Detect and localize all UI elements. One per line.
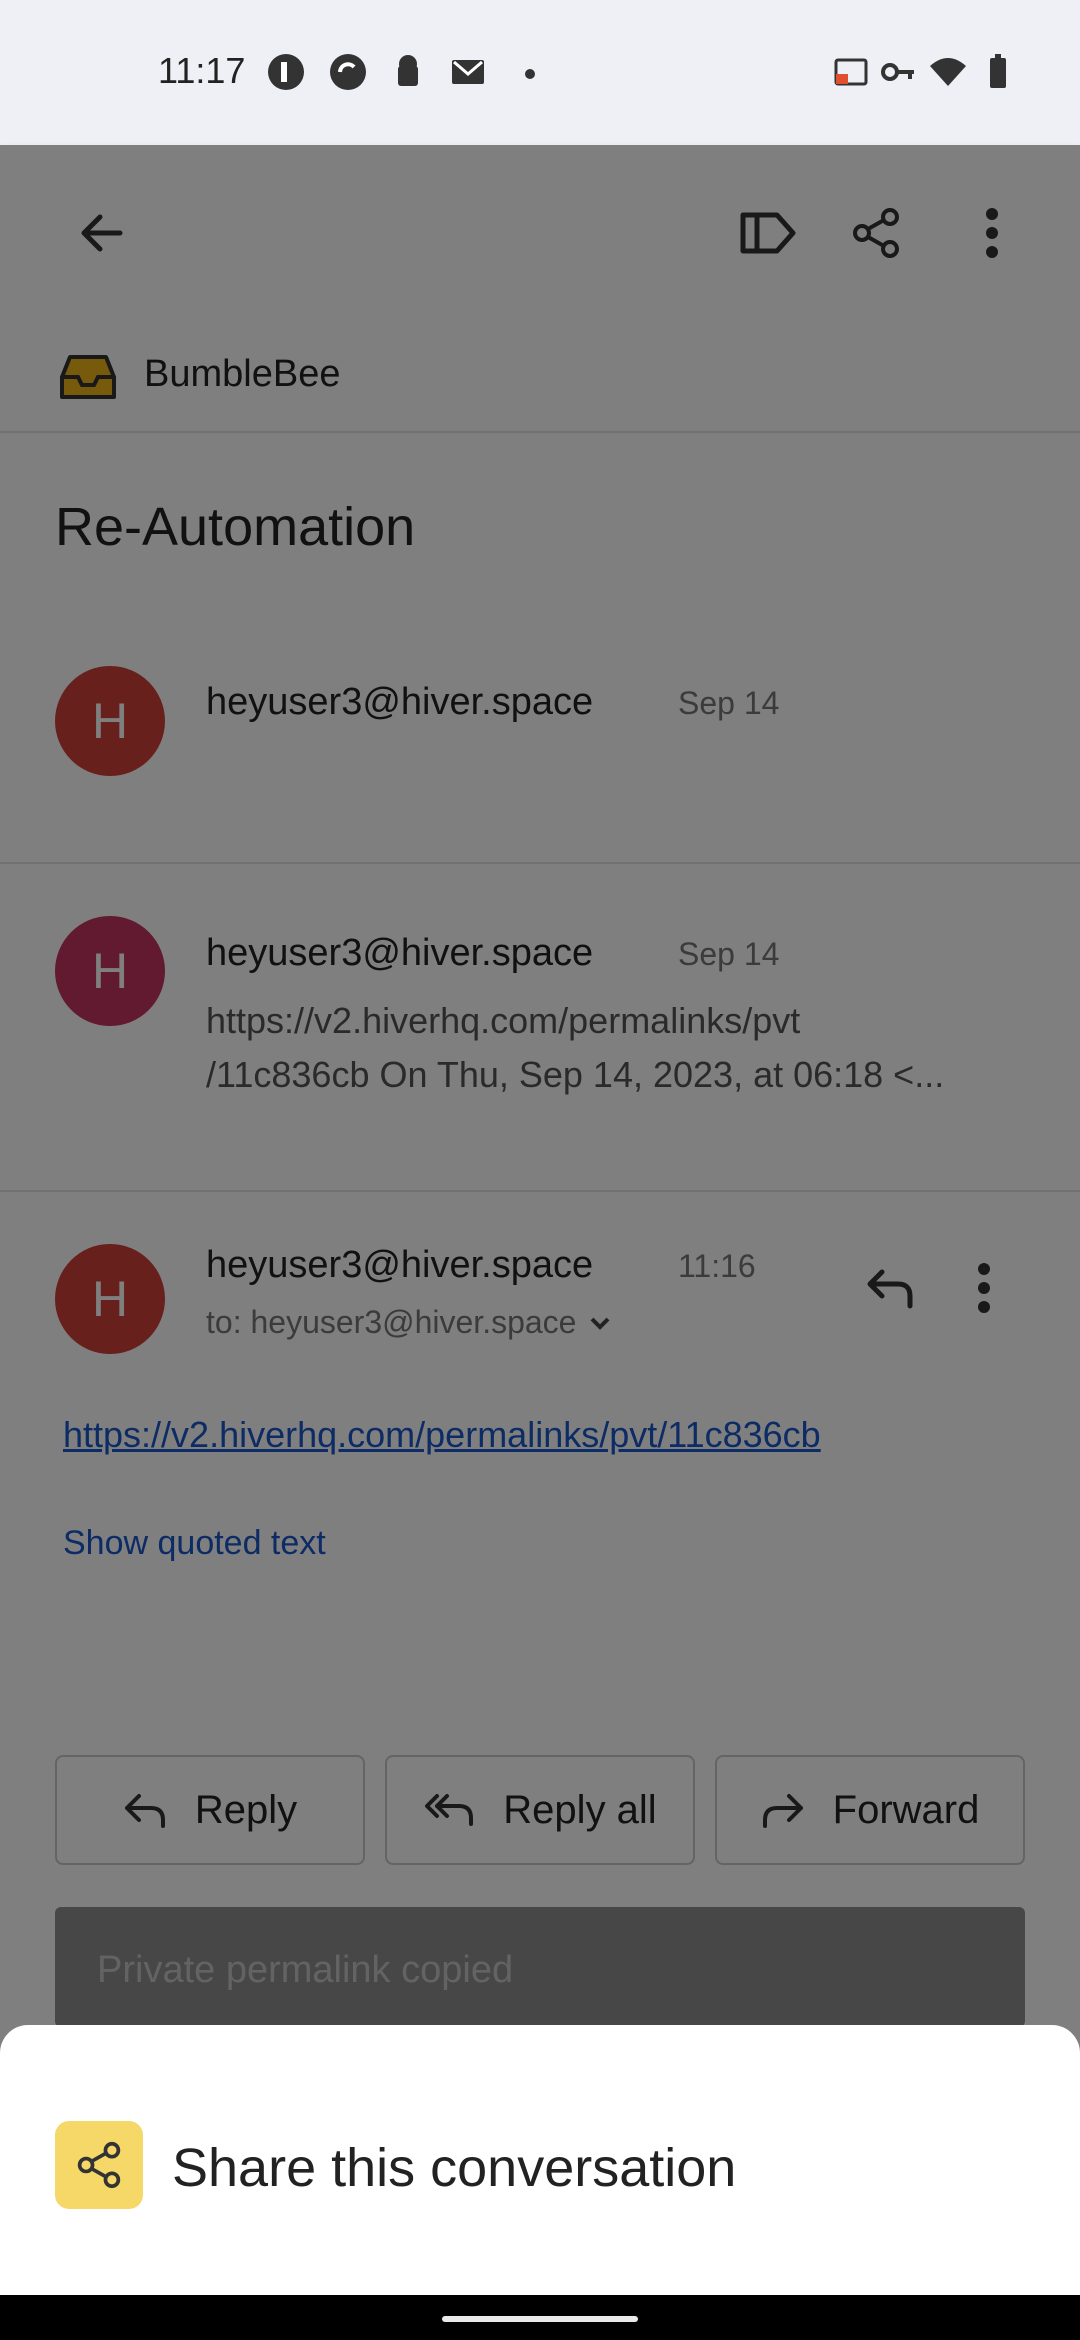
share-badge <box>55 2121 143 2209</box>
navigation-bar <box>0 2295 1080 2340</box>
cast-icon <box>834 58 868 86</box>
dot-icon <box>525 69 535 79</box>
battery-icon <box>990 54 1006 88</box>
share-conversation-option[interactable]: Share this conversation <box>0 2085 1080 2245</box>
wifi-icon <box>930 58 966 86</box>
sync-icon <box>330 54 366 90</box>
share-icon <box>77 2141 121 2189</box>
status-bar: 11:17 <box>0 0 1080 145</box>
home-handle[interactable] <box>442 2316 638 2322</box>
bottom-sheet: Share this conversation <box>0 2025 1080 2295</box>
gmail-icon <box>452 60 484 84</box>
android-icon <box>398 55 418 86</box>
status-time: 11:17 <box>158 50 246 91</box>
vpn-key-icon <box>881 63 914 81</box>
app-notification-icon <box>268 54 304 90</box>
scrim-overlay[interactable] <box>0 145 1080 2340</box>
share-conversation-label: Share this conversation <box>172 2138 737 2198</box>
